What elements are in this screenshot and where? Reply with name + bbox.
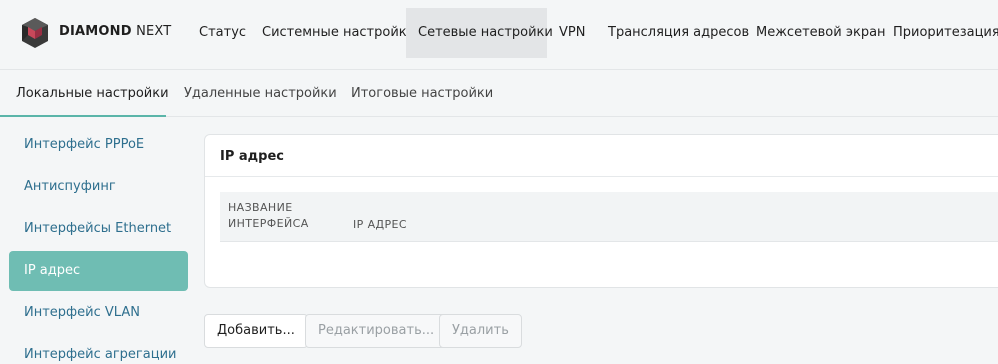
sidebar-item-antispoofing[interactable]: Антиспуфинг	[9, 167, 188, 207]
sidebar-item-pppoe[interactable]: Интерфейс PPPoE	[9, 125, 188, 165]
add-button[interactable]: Добавить...	[204, 314, 308, 348]
tab-remote-settings[interactable]: Удаленные настройки	[184, 71, 337, 117]
column-ip-address[interactable]: IP АДРЕС	[353, 217, 407, 233]
sub-tabs: Локальные настройки Удаленные настройки …	[0, 71, 998, 117]
nav-system-settings[interactable]: Системные настройки	[250, 8, 427, 58]
nav-prioritization[interactable]: Приоритезация	[881, 8, 998, 58]
nav-firewall[interactable]: Межсетевой экран	[744, 8, 898, 58]
table-header: НАЗВАНИЕ ИНТЕРФЕЙСА IP АДРЕС	[220, 192, 998, 242]
brand-name-light: NEXT	[136, 24, 172, 39]
sidebar-item-ip-address[interactable]: IP адрес	[9, 251, 188, 291]
ip-address-card: IP адрес НАЗВАНИЕ ИНТЕРФЕЙСА IP АДРЕС	[204, 134, 998, 288]
nav-network-settings[interactable]: Сетевые настройки	[406, 8, 553, 58]
nav-vpn[interactable]: VPN	[547, 8, 597, 58]
edit-button[interactable]: Редактировать...	[305, 314, 448, 348]
card-title: IP адрес	[220, 149, 284, 164]
sidebar-item-vlan[interactable]: Интерфейс VLAN	[9, 293, 188, 333]
top-bar: DIAMOND NEXT Статус Системные настройки …	[0, 0, 998, 70]
brand-name-bold: DIAMOND	[59, 24, 132, 39]
column-interface-name[interactable]: НАЗВАНИЕ ИНТЕРФЕЙСА	[228, 200, 309, 232]
diamond-logo-icon	[22, 18, 48, 48]
nav-status[interactable]: Статус	[187, 8, 258, 58]
card-divider	[205, 176, 998, 177]
nav-address-translation[interactable]: Трансляция адресов	[596, 8, 761, 58]
delete-button[interactable]: Удалить	[439, 314, 522, 348]
brand-name: DIAMOND NEXT	[59, 24, 171, 39]
sidebar-item-ethernet[interactable]: Интерфейсы Ethernet	[9, 209, 188, 249]
tab-summary-settings[interactable]: Итоговые настройки	[351, 71, 493, 117]
tab-local-settings[interactable]: Локальные настройки	[0, 71, 169, 117]
sidebar-item-aggregation[interactable]: Интерфейс агрегации	[9, 335, 188, 364]
